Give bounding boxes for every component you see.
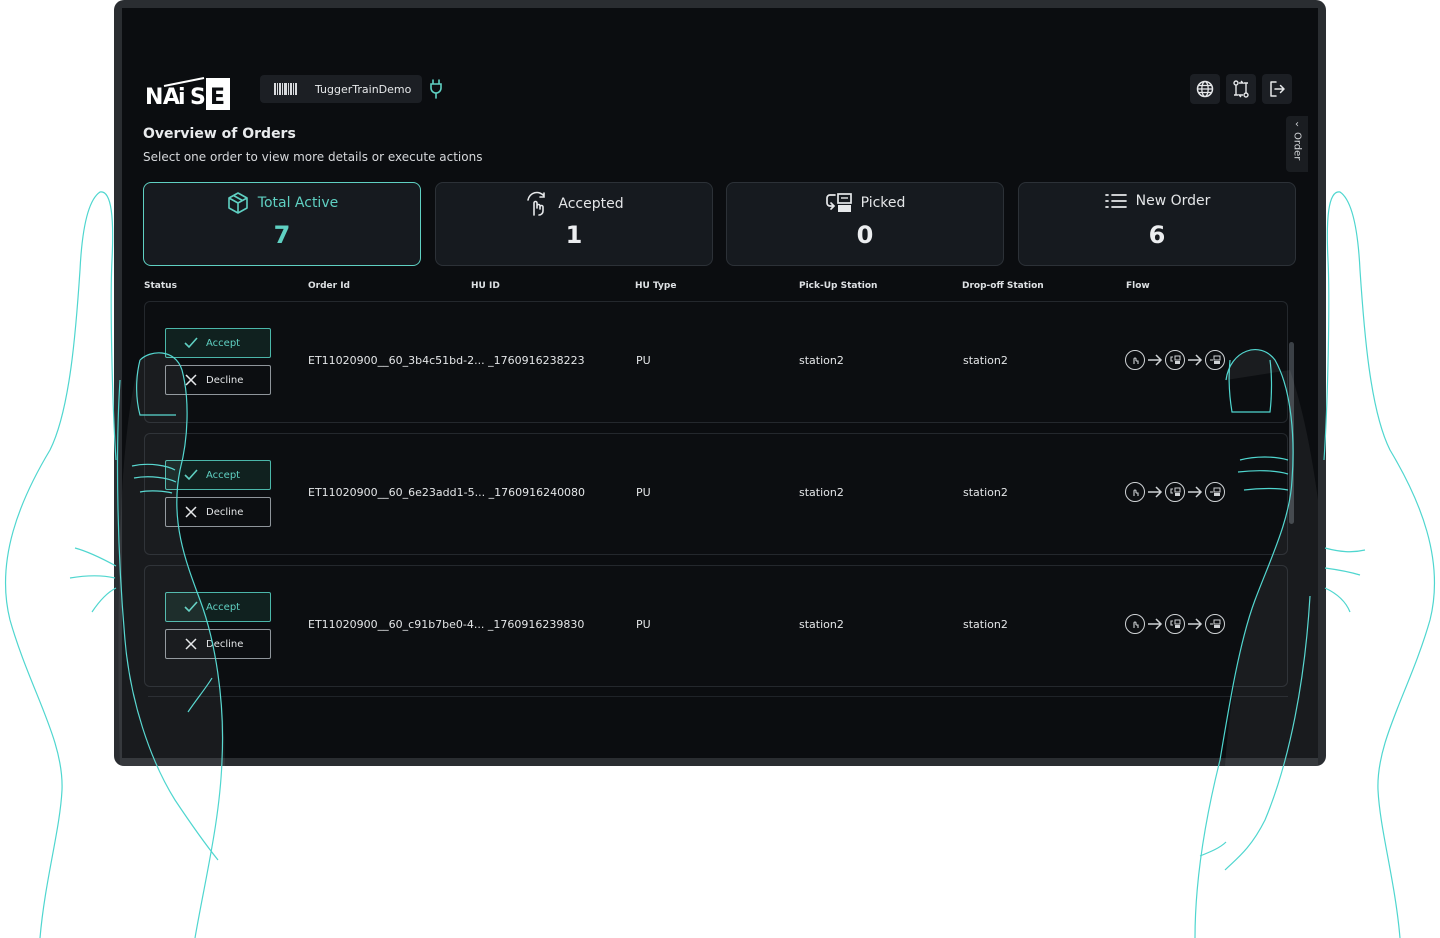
dropoff-station-cell: station2 [963,618,1008,631]
arrow-right-icon [1188,486,1203,498]
flow-accepted-icon [1125,350,1145,370]
hu-type-cell: PU [636,618,651,631]
card-accepted[interactable]: Accepted 1 [435,182,713,266]
svg-text:i: i [178,85,186,110]
device-name: TuggerTrainDemo [315,82,412,96]
check-icon [176,337,206,349]
flow-picked-icon [1165,482,1185,502]
flow-indicator [1125,614,1225,634]
dropoff-station-cell: station2 [963,486,1008,499]
hand-pointer-icon [527,191,546,216]
table-row[interactable]: Accept Decline ET11020900__60_6e23add1-5… [144,433,1288,555]
list-icon [1104,194,1127,208]
decline-label: Decline [206,374,244,386]
page-title: Overview of Orders [143,126,296,142]
column-header-dropoff-station: Drop-off Station [962,281,1044,291]
barcode-icon [274,83,297,95]
route-icon [1233,80,1249,98]
device-selector[interactable]: TuggerTrainDemo [260,75,422,103]
order-id-cell: ET11020900__60_6e23add1-5... _1760916240… [308,486,586,499]
flow-picked-icon [1165,614,1185,634]
naise-logo: NA i S E [144,74,230,110]
page-subtitle: Select one order to view more details or… [143,150,483,164]
arrow-right-icon [1148,486,1163,498]
card-value: 1 [565,221,583,249]
svg-text:S: S [190,85,206,110]
card-new-order[interactable]: New Order 6 [1018,182,1296,266]
card-value: 7 [273,221,291,249]
card-label: New Order [1135,193,1211,209]
hu-type-cell: PU [636,354,651,367]
pickup-station-cell: station2 [799,618,844,631]
pickup-station-cell: station2 [799,486,844,499]
logout-icon [1270,81,1285,97]
accept-button[interactable]: Accept [165,328,271,358]
card-total-active[interactable]: Total Active 7 [143,182,421,266]
card-label: Total Active [257,195,339,211]
decline-button[interactable]: Decline [165,629,271,659]
side-tab-label: Order [1291,132,1303,161]
globe-icon [1196,80,1214,98]
column-header-flow: Flow [1126,281,1150,291]
arrow-right-icon [1148,354,1163,366]
svg-text:E: E [210,85,225,110]
picked-icon [825,193,852,212]
accept-label: Accept [206,337,241,349]
flow-delivered-icon [1205,482,1225,502]
check-icon [176,601,206,613]
order-id-cell: ET11020900__60_3b4c51bd-2... _1760916238… [308,354,585,367]
card-label: Accepted [558,196,624,212]
column-header-hu-id: HU ID [471,281,500,291]
accept-label: Accept [206,601,241,613]
close-icon [176,506,206,518]
flow-indicator [1125,350,1225,370]
column-header-pickup-station: Pick-Up Station [799,281,878,291]
accept-button[interactable]: Accept [165,460,271,490]
table-row[interactable]: Accept Decline ET11020900__60_3b4c51bd-2… [144,301,1288,423]
hu-type-cell: PU [636,486,651,499]
table-row[interactable]: Accept Decline ET11020900__60_c91b7be0-4… [144,565,1288,687]
logout-button[interactable] [1262,74,1292,104]
pickup-station-cell: station2 [799,354,844,367]
column-header-hu-type: HU Type [635,281,677,291]
card-value: 6 [1148,221,1166,249]
card-value: 0 [856,221,874,249]
arrow-right-icon [1188,618,1203,630]
card-label: Picked [860,195,906,211]
check-icon [176,469,206,481]
close-icon [176,638,206,650]
flow-delivered-icon [1205,614,1225,634]
decline-button[interactable]: Decline [165,497,271,527]
order-id-cell: ET11020900__60_c91b7be0-4... _1760916239… [308,618,585,631]
decline-button[interactable]: Decline [165,365,271,395]
decline-label: Decline [206,638,244,650]
flow-delivered-icon [1205,350,1225,370]
flow-picked-icon [1165,350,1185,370]
cube-icon [227,192,248,214]
language-button[interactable] [1190,74,1220,104]
column-header-order-id: Order Id [308,281,350,291]
route-button[interactable] [1226,74,1256,104]
accept-label: Accept [206,469,241,481]
arrow-right-icon [1188,354,1203,366]
decline-label: Decline [206,506,244,518]
chevron-left-icon: ‹ [1295,119,1299,130]
flow-accepted-icon [1125,482,1145,502]
app-screen: NA i S E TuggerTrainDemo Overview of Ord… [122,8,1318,758]
column-header-status: Status [144,281,177,291]
dropoff-station-cell: station2 [963,354,1008,367]
scrollbar[interactable] [1289,342,1294,524]
close-icon [176,374,206,386]
svg-text:NA: NA [145,85,180,110]
arrow-right-icon [1148,618,1163,630]
card-picked[interactable]: Picked 0 [726,182,1004,266]
flow-indicator [1125,482,1225,502]
accept-button[interactable]: Accept [165,592,271,622]
order-side-tab[interactable]: ‹ Order [1286,116,1308,172]
divider [148,696,1288,697]
plug-icon [428,79,444,99]
flow-accepted-icon [1125,614,1145,634]
